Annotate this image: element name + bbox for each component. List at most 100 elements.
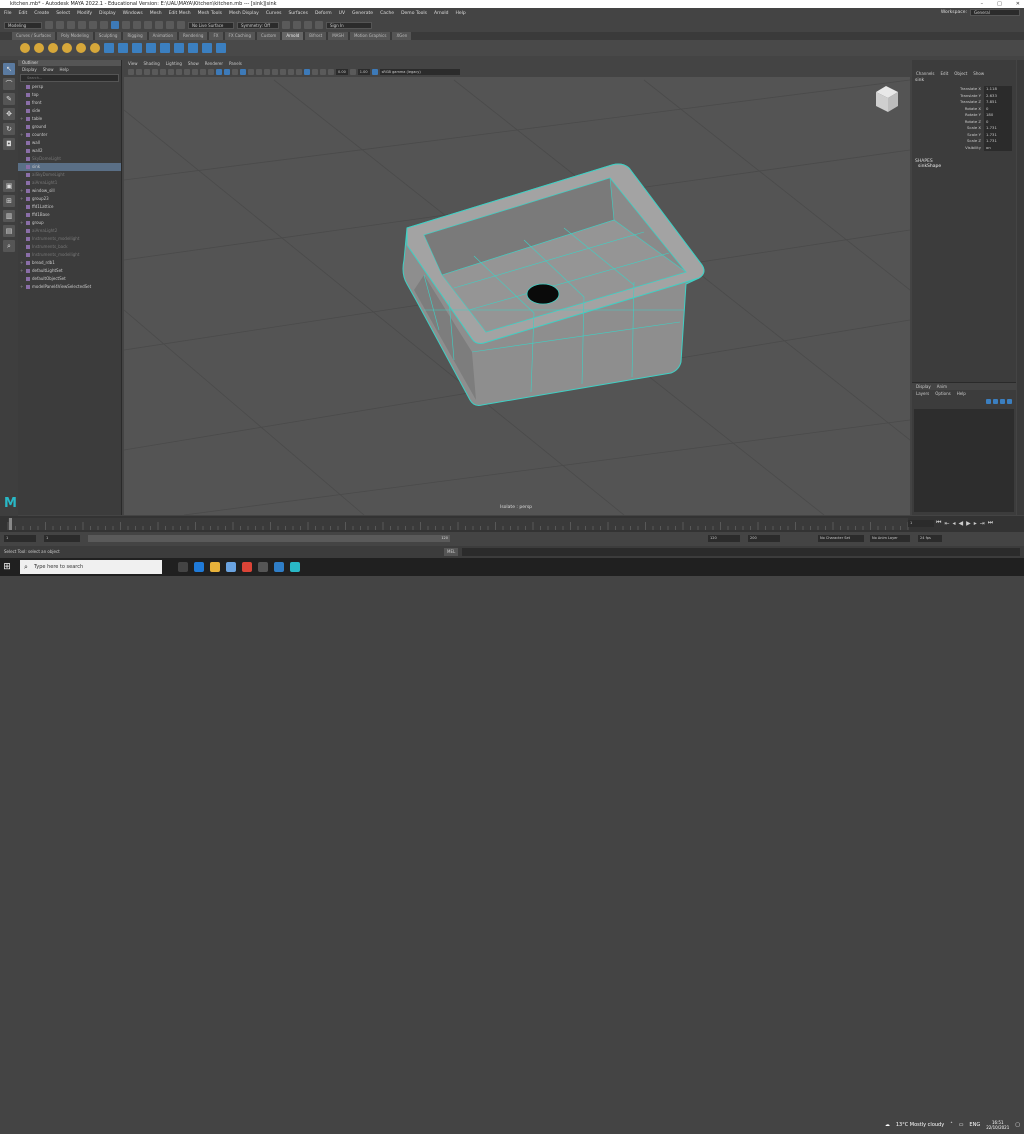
vp-menu-show[interactable]: Show — [188, 60, 199, 67]
skydome-light-icon[interactable] — [34, 43, 44, 53]
outliner-item[interactable]: table — [18, 115, 121, 123]
open-scene-icon[interactable] — [56, 21, 64, 29]
anti-alias-icon[interactable] — [288, 69, 294, 75]
menu-mesh[interactable]: Mesh — [150, 11, 162, 16]
lasso-tool-icon[interactable]: ⌒ — [3, 78, 15, 90]
snap-grid-icon[interactable] — [133, 21, 141, 29]
camera-attr-icon[interactable] — [136, 69, 142, 75]
new-layer-selected-icon[interactable] — [1007, 398, 1012, 404]
vp-menu-lighting[interactable]: Lighting — [166, 60, 182, 67]
outliner-item[interactable]: Instruments_modellight — [18, 235, 121, 243]
shape-name[interactable]: sinkShape — [912, 164, 1016, 169]
new-layer-icon[interactable] — [1000, 398, 1005, 404]
maya-taskbar-icon[interactable] — [290, 562, 300, 572]
side-tabs[interactable] — [1017, 60, 1024, 515]
outliner-item[interactable]: window_sill — [18, 187, 121, 195]
film-gate-icon[interactable] — [168, 69, 174, 75]
persp-outliner-icon[interactable]: ▥ — [3, 210, 15, 222]
gamma-field[interactable]: 1.00 — [357, 69, 370, 75]
shelf-tab[interactable]: XGen — [392, 32, 412, 40]
outliner-item[interactable]: front — [18, 99, 121, 107]
windows-start-icon[interactable]: ⊞ — [0, 562, 14, 572]
color-space-dropdown[interactable]: sRGB gamma (legacy) — [379, 69, 460, 75]
channel-name[interactable]: Visibility — [912, 145, 984, 152]
step-back-icon[interactable]: ◂ — [952, 520, 955, 527]
area-light-icon[interactable] — [20, 43, 30, 53]
smooth-shade-icon[interactable] — [224, 69, 230, 75]
outliner-item[interactable]: defaultObjectSet — [18, 275, 121, 283]
character-set-dropdown[interactable]: No Character Set — [818, 535, 864, 542]
current-frame-marker[interactable] — [9, 518, 12, 530]
outliner-menu-help[interactable]: Help — [60, 66, 69, 73]
sign-in-dropdown[interactable]: Sign In — [326, 21, 372, 29]
xray-icon[interactable] — [312, 69, 318, 75]
menu-display[interactable]: Display — [99, 11, 116, 16]
select-hierarchy-icon[interactable] — [100, 21, 108, 29]
shelf-tab-arnold[interactable]: Arnold — [282, 32, 304, 40]
ipr-render-icon[interactable] — [293, 21, 301, 29]
fps-dropdown[interactable]: 24 fps — [918, 535, 942, 542]
menu-demo-tools[interactable]: Demo Tools — [401, 11, 427, 16]
move-tool-icon[interactable]: ✥ — [3, 108, 15, 120]
grid-icon[interactable] — [160, 69, 166, 75]
file-explorer-icon[interactable] — [210, 562, 220, 572]
persp-graph-icon[interactable]: ▤ — [3, 225, 15, 237]
media-icon[interactable] — [258, 562, 268, 572]
time-slider[interactable] — [0, 516, 1024, 532]
viewport-panel[interactable] — [124, 60, 910, 515]
shelf-tab[interactable]: Rigging — [123, 32, 147, 40]
symmetry-dropdown[interactable]: Symmetry: Off — [237, 21, 279, 29]
hypershade-icon[interactable] — [315, 21, 323, 29]
channel-value[interactable]: on — [984, 144, 1012, 151]
outliner-item[interactable]: aiSkyDomeLight — [18, 171, 121, 179]
outliner-menu-show[interactable]: Show — [43, 66, 54, 73]
menu-edit-mesh[interactable]: Edit Mesh — [169, 11, 191, 16]
menu-generate[interactable]: Generate — [352, 11, 373, 16]
ambient-occlusion-icon[interactable] — [272, 69, 278, 75]
paint-select-tool-icon[interactable]: ✎ — [3, 93, 15, 105]
outliner-item[interactable]: modelPanel4ViewSelectedSet — [18, 283, 121, 291]
tray-chevron-icon[interactable]: ˄ — [950, 1122, 953, 1128]
outlook-icon[interactable] — [274, 562, 284, 572]
range-end-field[interactable]: 120 — [708, 535, 740, 542]
shelf-tab[interactable]: Poly Modeling — [57, 32, 93, 40]
wireframe-on-shaded-icon[interactable] — [240, 69, 246, 75]
menu-windows[interactable]: Windows — [123, 11, 143, 16]
edge-icon[interactable] — [194, 562, 204, 572]
light-portal-icon[interactable] — [76, 43, 86, 53]
new-scene-icon[interactable] — [45, 21, 53, 29]
find-menu-icon[interactable]: ⌕ — [3, 240, 15, 252]
safe-action-icon[interactable] — [200, 69, 206, 75]
cb-menu-show[interactable]: Show — [973, 70, 984, 78]
clock[interactable]: 16:51 22/10/2021 — [986, 1120, 1009, 1130]
step-forward-icon[interactable]: ▸ — [974, 520, 977, 527]
vp-menu-panels[interactable]: Panels — [229, 60, 242, 67]
shadows-icon[interactable] — [264, 69, 270, 75]
menu-mesh-display[interactable]: Mesh Display — [229, 11, 259, 16]
resolution-gate-icon[interactable] — [176, 69, 182, 75]
go-to-end-icon[interactable]: ⏭ — [988, 519, 993, 527]
render-icon[interactable] — [282, 21, 290, 29]
shelf-tab[interactable]: Rendering — [179, 32, 208, 40]
layer-tab-display[interactable]: Display — [916, 383, 931, 390]
select-tool-icon[interactable]: ↖ — [3, 63, 15, 75]
exposure-field[interactable]: 0.00 — [336, 69, 348, 75]
render-settings-icon[interactable] — [304, 21, 312, 29]
textured-icon[interactable] — [248, 69, 254, 75]
time-ruler[interactable] — [0, 516, 1024, 532]
outliner-item[interactable]: defaultLightSet — [18, 267, 121, 275]
vp-menu-view[interactable]: View — [128, 60, 138, 67]
layer-list[interactable] — [914, 409, 1014, 512]
outliner-item[interactable]: group — [18, 219, 121, 227]
step-back-key-icon[interactable]: ⇤ — [944, 520, 949, 527]
outliner-item[interactable]: side — [18, 107, 121, 115]
bookmark-icon[interactable] — [144, 69, 150, 75]
shelf-tab[interactable]: Motion Graphics — [349, 32, 391, 40]
outliner-item[interactable]: counter — [18, 131, 121, 139]
vp-menu-shading[interactable]: Shading — [144, 60, 160, 67]
outliner-item[interactable]: ffd1Base — [18, 211, 121, 219]
network-icon[interactable]: ▭ — [959, 1122, 964, 1128]
outliner-item[interactable]: SkyDomeLight — [18, 155, 121, 163]
outliner-item[interactable]: sink — [18, 163, 121, 171]
task-view-icon[interactable] — [178, 562, 188, 572]
